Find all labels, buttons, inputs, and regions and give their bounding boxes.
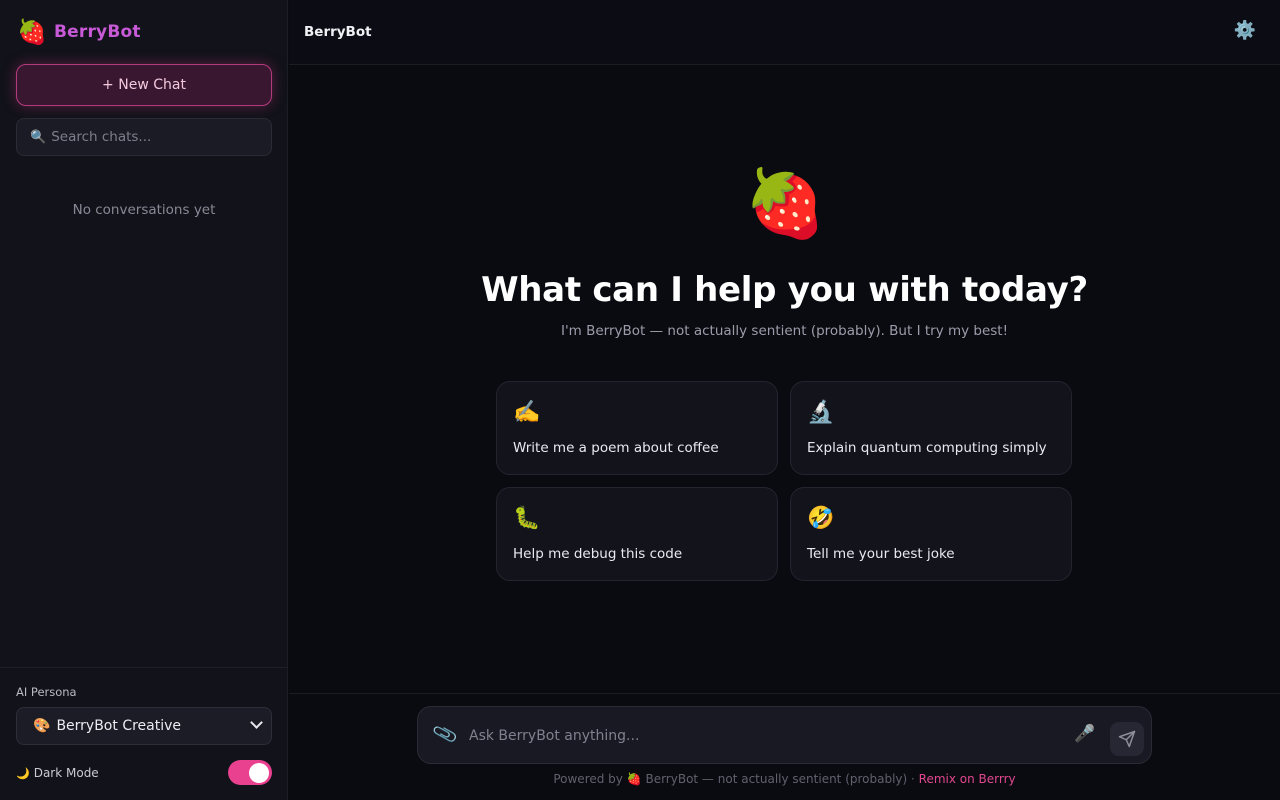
suggestion-label: Tell me your best joke	[807, 546, 955, 562]
gear-icon[interactable]: ⚙️	[1234, 20, 1256, 41]
persona-selected-value: BerryBot Creative	[56, 718, 182, 734]
page-title: What can I help you with today?	[481, 270, 1088, 310]
send-button[interactable]	[1110, 722, 1144, 756]
search-input[interactable]	[51, 129, 262, 145]
sidebar: 🍓 BerryBot + New Chat 🔍 No conversations…	[0, 0, 288, 800]
strawberry-hero-icon: 🍓	[744, 165, 827, 242]
search-box[interactable]: 🔍	[16, 118, 272, 156]
sidebar-footer: AI Persona 🎨 BerryBot Creative 🌙 Dark Mo…	[0, 667, 288, 800]
dark-mode-label: 🌙 Dark Mode	[16, 766, 99, 780]
bug-icon: 🐛	[513, 506, 541, 531]
laughing-face-icon: 🤣	[807, 506, 835, 531]
suggestion-card-quantum[interactable]: 🔬 Explain quantum computing simply	[790, 381, 1072, 475]
paperclip-icon[interactable]: 📎	[431, 721, 459, 748]
send-icon	[1118, 730, 1136, 748]
footer-text: Powered by 🍓 BerryBot — not actually sen…	[553, 772, 919, 786]
dark-mode-toggle[interactable]	[228, 760, 272, 785]
search-icon: 🔍	[30, 129, 47, 145]
empty-conversations-text: No conversations yet	[72, 202, 216, 218]
suggestion-card-debug[interactable]: 🐛 Help me debug this code	[496, 487, 778, 581]
suggestion-label: Write me a poem about coffee	[513, 440, 719, 456]
remix-link[interactable]: Remix on Berrry	[919, 772, 1016, 786]
brand-name: BerryBot	[54, 22, 141, 42]
suggestion-card-poem[interactable]: ✍️ Write me a poem about coffee	[496, 381, 778, 475]
top-header: BerryBot ⚙️	[289, 0, 1280, 65]
dark-mode-text: Dark Mode	[33, 766, 99, 780]
message-composer: 📎 🎤	[417, 706, 1152, 764]
header-title: BerryBot	[304, 24, 372, 40]
moon-icon: 🌙	[16, 766, 30, 780]
microscope-icon: 🔬	[807, 400, 835, 425]
new-chat-button[interactable]: + New Chat	[16, 64, 272, 106]
chevron-down-icon	[250, 716, 263, 729]
writing-hand-icon: ✍️	[513, 400, 541, 425]
message-input[interactable]	[469, 725, 1059, 747]
brand[interactable]: 🍓 BerryBot	[17, 17, 141, 47]
strawberry-logo-icon: 🍓	[17, 18, 47, 46]
suggestion-label: Explain quantum computing simply	[807, 440, 1047, 456]
footer: Powered by 🍓 BerryBot — not actually sen…	[289, 772, 1280, 786]
microphone-icon[interactable]: 🎤	[1074, 724, 1095, 744]
suggestion-label: Help me debug this code	[513, 546, 683, 562]
toggle-knob	[249, 762, 269, 783]
persona-select[interactable]: 🎨 BerryBot Creative	[16, 707, 272, 745]
persona-label: AI Persona	[16, 685, 77, 699]
suggestion-card-joke[interactable]: 🤣 Tell me your best joke	[790, 487, 1072, 581]
palette-icon: 🎨	[33, 718, 51, 734]
page-subtitle: I'm BerryBot — not actually sentient (pr…	[560, 323, 1009, 339]
